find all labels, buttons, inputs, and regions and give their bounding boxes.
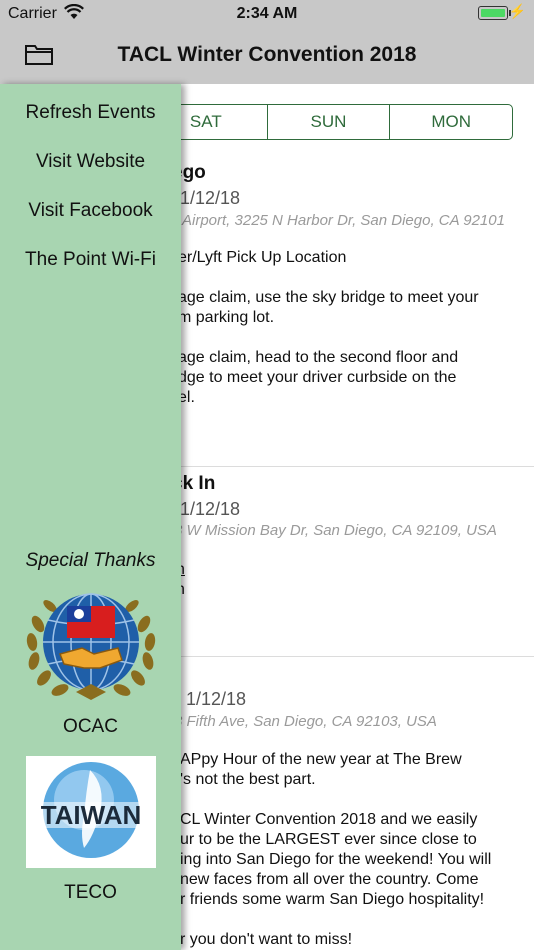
event-desc-line: r you don't want to miss! <box>180 931 353 948</box>
teco-logo-text: TAIWAN <box>41 800 142 830</box>
ocac-caption: OCAC <box>63 716 118 737</box>
day-selector: SAT SUN MON <box>144 104 513 140</box>
tab-mon[interactable]: MON <box>390 105 512 139</box>
event-desc-line: age claim, use the sky bridge to meet yo… <box>178 289 479 306</box>
menu-visit-facebook[interactable]: Visit Facebook <box>0 200 181 222</box>
event-desc-line: r friends some warm San Diego hospitalit… <box>180 891 485 908</box>
side-drawer: Refresh Events Visit Website Visit Faceb… <box>0 84 181 950</box>
charging-icon: ⚡ <box>508 3 526 19</box>
special-thanks-heading: Special Thanks <box>25 550 156 571</box>
menu-wifi[interactable]: The Point Wi-Fi <box>0 249 181 271</box>
divider <box>180 466 534 467</box>
clock: 2:34 AM <box>236 5 298 22</box>
teco-logo[interactable]: TAIWAN <box>26 756 156 868</box>
event-desc-line: ur to be the LARGEST ever since close to <box>180 831 477 848</box>
event-desc-line: er/Lyft Pick Up Location <box>178 249 347 266</box>
event-date: 1/12/18 <box>180 499 241 519</box>
event-desc-line: 's not the best part. <box>180 771 316 788</box>
menu-visit-website[interactable]: Visit Website <box>0 151 181 173</box>
page-title: TACL Winter Convention 2018 <box>117 43 417 66</box>
event-desc-line: ing into San Diego for the weekend! You … <box>180 851 492 868</box>
event-desc-line: age claim, head to the second floor and <box>178 349 459 366</box>
event-desc-line: CL Winter Convention 2018 and we easily <box>180 811 478 828</box>
tab-sun[interactable]: SUN <box>268 105 391 139</box>
event-date: 1/12/18 <box>180 188 241 208</box>
teco-caption: TECO <box>64 882 117 903</box>
ocac-logo[interactable] <box>24 584 158 706</box>
status-bar: Carrier 2:34 AM ⚡ <box>0 0 534 28</box>
event-location: 3 Fifth Ave, San Diego, CA 92103, USA <box>174 713 437 730</box>
event-location: 3 W Mission Bay Dr, San Diego, CA 92109,… <box>174 522 497 539</box>
event-date: 1/12/18 <box>186 689 247 709</box>
event-desc-line: APpy Hour of the new year at The Brew <box>180 751 462 768</box>
battery-icon <box>478 6 508 20</box>
event-location: Airport, 3225 N Harbor Dr, San Diego, CA… <box>182 212 505 229</box>
divider <box>180 656 534 657</box>
event-desc-line: new faces from all over the country. Com… <box>180 871 479 888</box>
menu-refresh-events[interactable]: Refresh Events <box>0 102 181 124</box>
navigation-bar: TACL Winter Convention 2018 <box>0 28 534 84</box>
event-desc-line: dge to meet your driver curbside on the <box>178 369 457 386</box>
event-desc-line: m parking lot. <box>178 309 275 326</box>
